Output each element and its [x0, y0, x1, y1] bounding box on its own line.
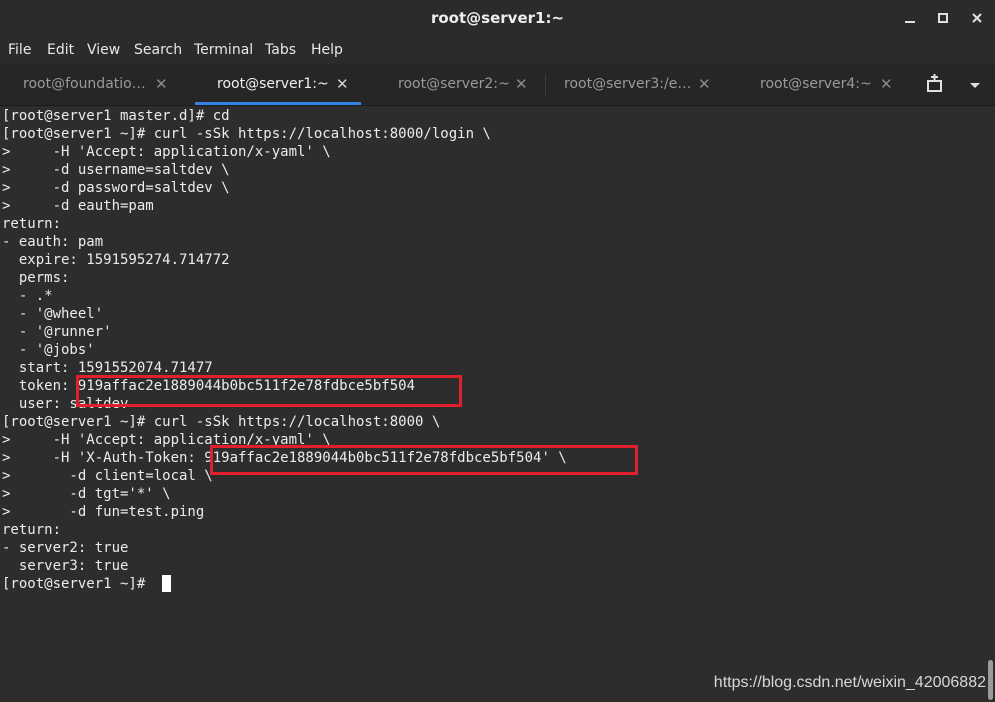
menu-edit[interactable]: Edit [47, 42, 74, 58]
menu-tabs[interactable]: Tabs [265, 42, 296, 58]
terminal-line: - '@runner' [2, 324, 112, 340]
tab-separator [545, 74, 546, 96]
terminal-line: return: [2, 522, 62, 538]
tab-server4[interactable]: root@server4:~ ✕ [738, 64, 898, 105]
tab-close-icon[interactable]: ✕ [336, 75, 349, 93]
terminal-line: expire: 1591595274.714772 [2, 252, 230, 268]
tab-label: root@server2:~ [398, 76, 510, 92]
scrollbar-thumb[interactable] [988, 660, 993, 700]
tab-server2[interactable]: root@server2:~ ✕ [375, 64, 535, 105]
terminal-line: > -d username=saltdev \ [2, 162, 230, 178]
text-cursor [162, 575, 171, 592]
tab-label: root@server3:/e… [564, 76, 692, 92]
terminal-area[interactable]: [root@server1 master.d]# cd [root@server… [0, 106, 986, 702]
terminal-line: - server2: true [2, 540, 129, 556]
auth-token-highlight-box [210, 445, 638, 475]
maximize-icon[interactable] [931, 6, 955, 30]
menu-file[interactable]: File [8, 42, 31, 58]
title-bar: root@server1:~ [0, 0, 995, 36]
tab-close-icon[interactable]: ✕ [880, 75, 893, 93]
tab-bar: root@foundatio… ✕ root@server1:~ ✕ root@… [0, 64, 995, 106]
terminal-line: - .* [2, 288, 53, 304]
tab-label: root@server4:~ [760, 76, 872, 92]
close-icon[interactable] [965, 6, 989, 30]
watermark: https://blog.csdn.net/weixin_42006882 [713, 674, 986, 691]
window-title: root@server1:~ [430, 9, 565, 27]
scrollbar[interactable] [986, 106, 995, 702]
tab-label: root@server1:~ [217, 76, 329, 92]
tab-close-icon[interactable]: ✕ [155, 75, 168, 93]
tab-server1[interactable]: root@server1:~ ✕ [195, 64, 361, 105]
menu-view[interactable]: View [87, 42, 120, 58]
terminal-line: [root@server1 master.d]# cd [2, 108, 230, 124]
terminal-line: > -d client=local \ [2, 468, 213, 484]
terminal-line: perms: [2, 270, 70, 286]
new-tab-icon[interactable] [922, 72, 948, 98]
terminal-line: > -d fun=test.ping [2, 504, 205, 520]
terminal-line: > -d tgt='*' \ [2, 486, 171, 502]
terminal-line: > -d password=saltdev \ [2, 180, 230, 196]
terminal-line: > -H 'Accept: application/x-yaml' \ [2, 144, 331, 160]
tab-menu-chevron-down-icon[interactable] [962, 72, 988, 98]
terminal-line: [root@server1 ~]# curl -sSk https://loca… [2, 126, 491, 142]
terminal-line: - '@jobs' [2, 342, 95, 358]
tab-close-icon[interactable]: ✕ [698, 75, 711, 93]
active-tab-indicator [195, 102, 361, 105]
terminal-line: return: [2, 216, 62, 232]
terminal-line: - eauth: pam [2, 234, 104, 250]
menu-bar: File Edit View Search Terminal Tabs Help [0, 36, 995, 64]
token-highlight-box [76, 375, 462, 407]
terminal-line: server3: true [2, 558, 129, 574]
menu-help[interactable]: Help [311, 42, 343, 58]
tab-foundation[interactable]: root@foundatio… ✕ [0, 64, 182, 105]
tab-close-icon[interactable]: ✕ [515, 75, 528, 93]
terminal-line: > -d eauth=pam [2, 198, 154, 214]
menu-terminal[interactable]: Terminal [194, 42, 253, 58]
terminal-line: - '@wheel' [2, 306, 104, 322]
tab-label: root@foundatio… [23, 76, 146, 92]
terminal-prompt: [root@server1 ~]# [2, 576, 154, 592]
minimize-icon[interactable] [898, 6, 922, 30]
menu-search[interactable]: Search [134, 42, 182, 58]
tab-server3[interactable]: root@server3:/e… ✕ [548, 64, 718, 105]
terminal-line: [root@server1 ~]# curl -sSk https://loca… [2, 414, 441, 430]
